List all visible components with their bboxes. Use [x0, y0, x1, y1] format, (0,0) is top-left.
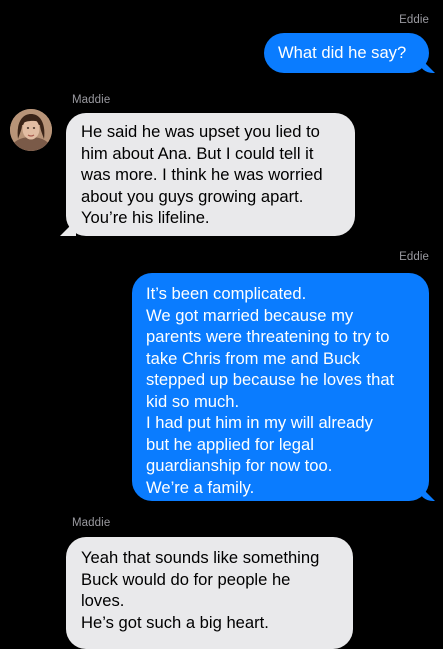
- message-bubble-incoming[interactable]: He said he was upset you lied to him abo…: [66, 113, 355, 236]
- sender-label-eddie: Eddie: [399, 14, 429, 26]
- sender-label-eddie: Eddie: [399, 251, 429, 263]
- avatar-image: [10, 109, 52, 151]
- message-bubble-outgoing[interactable]: It’s been complicated. We got married be…: [132, 273, 429, 501]
- message-text-line: We’re a family.: [146, 477, 255, 497]
- message-text-line: parents were threatening to try to: [146, 327, 390, 346]
- avatar-maddie[interactable]: [10, 109, 52, 151]
- sender-label-maddie: Maddie: [72, 517, 111, 529]
- message-text-line: He said he was upset you lied to: [81, 122, 320, 141]
- message-text-line: You’re his lifeline.: [81, 208, 210, 227]
- message-text-line: about you guys growing apart.: [81, 186, 304, 206]
- message-text-line: loves.: [81, 591, 125, 610]
- message-text-line: Buck would do for people he: [81, 569, 291, 589]
- message-text-line: I had put him in my will already: [146, 413, 373, 432]
- message-text-line: What did he say?: [278, 43, 407, 62]
- message-text-line: He’s got such a big heart.: [81, 612, 269, 632]
- message-text-line: kid so much.: [146, 391, 240, 411]
- message-text-line: take Chris from me and Buck: [146, 348, 360, 368]
- message-text-line: It’s been complicated.: [146, 284, 307, 303]
- message-bubble-incoming[interactable]: Yeah that sounds like something Buck wou…: [66, 537, 353, 649]
- message-text-line: Yeah that sounds like something: [81, 548, 320, 567]
- message-bubble-outgoing[interactable]: What did he say?: [264, 33, 429, 73]
- sender-label-maddie: Maddie: [72, 94, 111, 106]
- message-text-line: We got married because my: [146, 305, 354, 325]
- message-text-line: him about Ana. But I could tell it: [81, 143, 314, 163]
- message-text-line: but he applied for legal: [146, 434, 314, 454]
- message-text-line: guardianship for now too.: [146, 456, 333, 475]
- message-thread[interactable]: Eddie What did he say? Maddie He said he…: [0, 0, 443, 649]
- message-text-line: stepped up because he loves that: [146, 370, 395, 389]
- message-text-line: was more. I think he was worried: [81, 165, 323, 184]
